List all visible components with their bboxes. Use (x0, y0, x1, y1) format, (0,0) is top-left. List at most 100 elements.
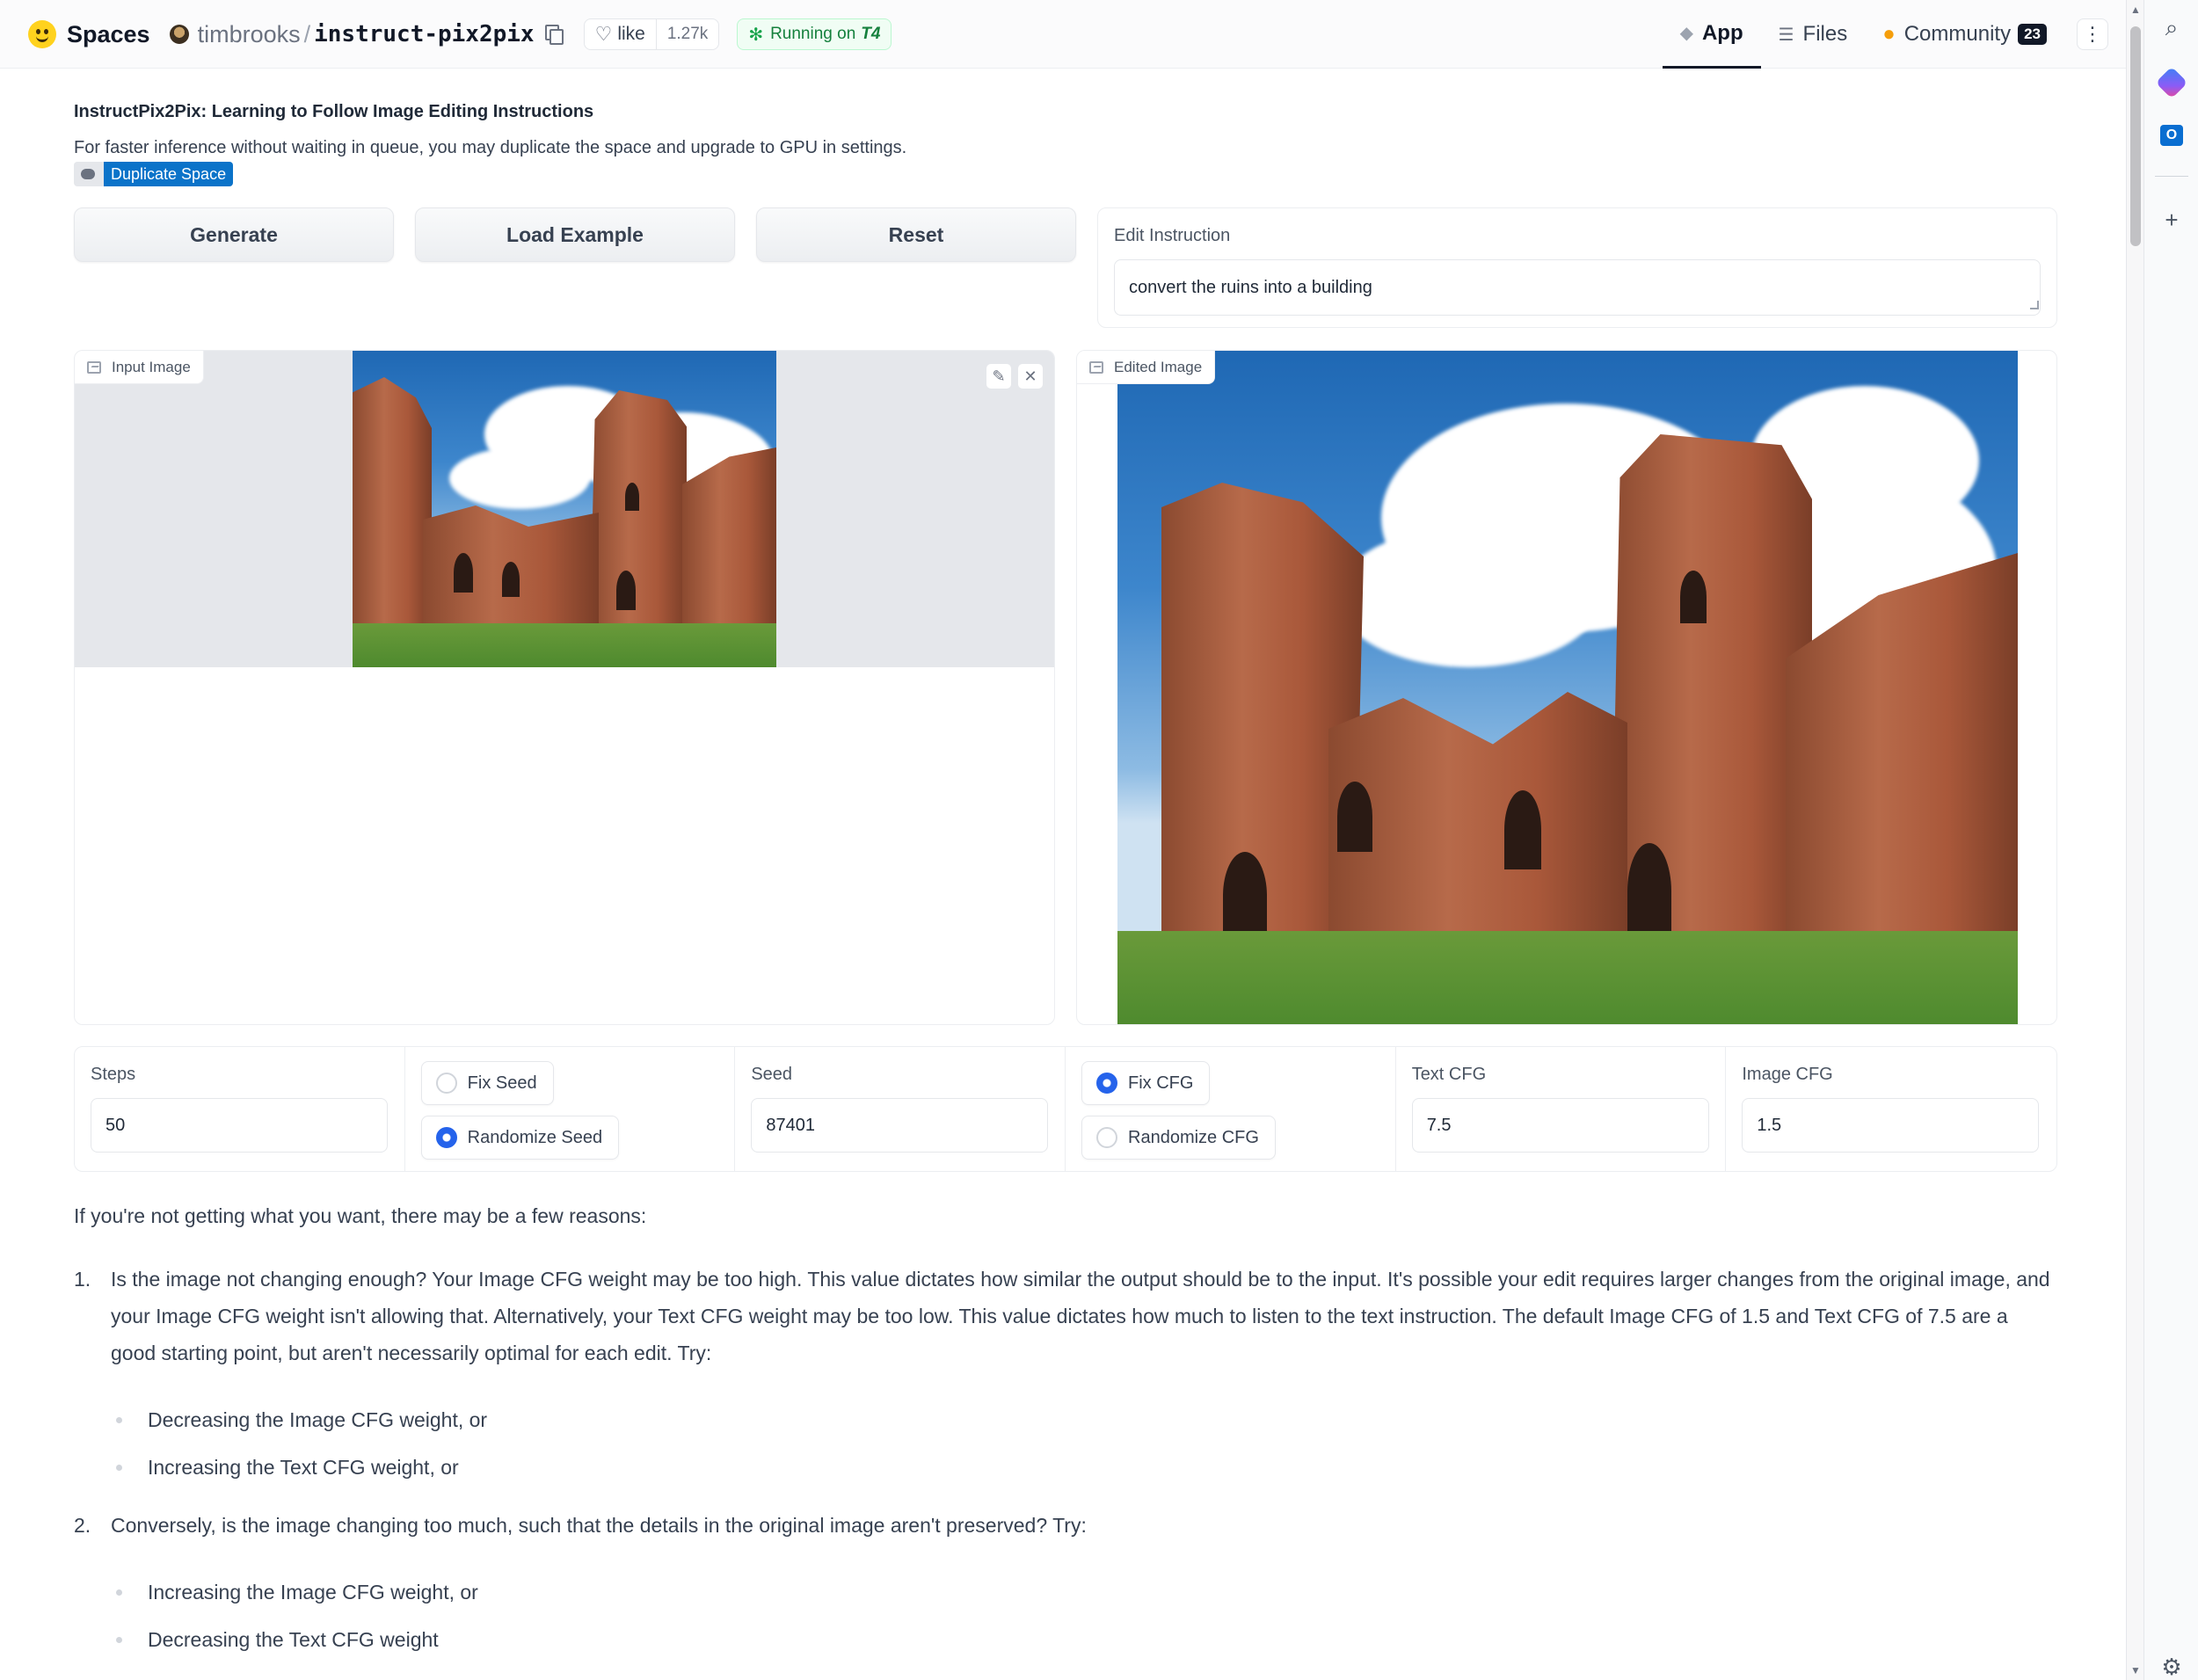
image-icon (1089, 360, 1103, 374)
outlook-icon[interactable]: O (2158, 121, 2186, 149)
spaces-link[interactable]: Spaces (67, 21, 150, 48)
scroll-up-icon[interactable]: ▲ (2130, 4, 2141, 16)
radio-on-icon (1096, 1073, 1118, 1094)
seed-label: Seed (751, 1065, 793, 1084)
fix-cfg-radio[interactable]: Fix CFG (1081, 1061, 1211, 1105)
fix-cfg-label: Fix CFG (1128, 1073, 1194, 1093)
randomize-seed-label: Randomize Seed (467, 1127, 603, 1147)
org-avatar (169, 25, 189, 44)
duplicate-space-label: Duplicate Space (104, 162, 234, 186)
resize-handle-icon[interactable] (2030, 301, 2039, 309)
generate-button[interactable]: Generate (74, 207, 394, 262)
guide-item: 1. Is the image not changing enough? You… (74, 1261, 2057, 1371)
tab-files-label: Files (1802, 22, 1848, 46)
page-title: InstructPix2Pix: Learning to Follow Imag… (74, 102, 594, 121)
guide-subitem: Increasing the Image CFG weight, or (74, 1568, 2057, 1616)
files-icon: ☰ (1778, 25, 1794, 45)
randomize-seed-radio[interactable]: Randomize Seed (420, 1116, 620, 1160)
randomize-cfg-radio[interactable]: Randomize CFG (1081, 1116, 1276, 1160)
fix-seed-label: Fix Seed (467, 1073, 537, 1093)
breadcrumb-separator: / (303, 20, 311, 47)
community-count-badge: 23 (2018, 24, 2047, 45)
seed-input[interactable]: 87401 (751, 1098, 1049, 1153)
space-header: Spaces timbrooks / instruct-pix2pix ♡ lik… (0, 0, 2126, 69)
input-image-label-text: Input Image (112, 358, 191, 375)
settings-gear-icon[interactable]: ⚙ (2158, 1653, 2186, 1680)
guide-intro: If you're not getting what you want, the… (74, 1204, 647, 1227)
scrollbar-thumb[interactable] (2130, 26, 2141, 246)
guide-subitem: Increasing the Text CFG weight, or (74, 1444, 2057, 1491)
add-icon[interactable]: + (2158, 206, 2186, 234)
sidebar-divider (2155, 176, 2188, 177)
input-image-area[interactable] (75, 351, 1054, 667)
tab-files[interactable]: ☰ Files (1761, 0, 1866, 69)
like-widget: ♡ like 1.27k (583, 18, 720, 50)
input-image-label: Input Image (75, 351, 204, 384)
radio-off-icon (435, 1073, 457, 1094)
image-cfg-label: Image CFG (1742, 1065, 1833, 1084)
like-count[interactable]: 1.27k (657, 25, 718, 44)
guide-item-number: 2. (74, 1514, 91, 1537)
repo-name-link[interactable]: instruct-pix2pix (314, 21, 534, 47)
steps-setting: Steps 50 (75, 1047, 405, 1171)
seed-mode-setting: Fix Seed Randomize Seed (405, 1047, 736, 1171)
guide-item-text: Is the image not changing enough? Your I… (111, 1268, 2050, 1364)
troubleshooting-guide: If you're not getting what you want, the… (74, 1197, 2057, 1663)
hardware-label: T4 (861, 25, 881, 43)
radio-off-icon (1096, 1127, 1118, 1148)
edit-instruction-label: Edit Instruction (1114, 226, 1231, 245)
guide-item: 2. Conversely, is the image changing too… (74, 1507, 2057, 1544)
running-status-badge[interactable]: ✻ Running on T4 (737, 18, 892, 50)
edited-image-label-text: Edited Image (1114, 358, 1203, 375)
heart-icon: ♡ (594, 23, 613, 45)
page-description: For faster inference without waiting in … (74, 138, 907, 157)
steps-label: Steps (91, 1065, 136, 1084)
radio-on-icon (435, 1127, 457, 1148)
edit-pencil-icon[interactable]: ✎ (986, 363, 1012, 389)
edited-image (1117, 351, 2018, 1024)
toggle-icon (74, 162, 104, 186)
guide-subitem: Decreasing the Image CFG weight, or (74, 1396, 2057, 1444)
browser-sidebar: ⌕ O + ⚙ (2143, 0, 2198, 1680)
seed-setting: Seed 87401 (735, 1047, 1066, 1171)
text-cfg-input[interactable]: 7.5 (1411, 1098, 1709, 1153)
image-cfg-setting: Image CFG 1.5 (1726, 1047, 2056, 1171)
cube-icon: ◆ (1679, 24, 1693, 43)
tab-app[interactable]: ◆ App (1662, 0, 1761, 69)
cfg-mode-setting: Fix CFG Randomize CFG (1066, 1047, 1396, 1171)
fan-icon: ✻ (748, 25, 764, 45)
guide-subitem: Decreasing the Text CFG weight (74, 1616, 2057, 1663)
guide-item-text: Conversely, is the image changing too mu… (111, 1514, 1087, 1537)
fix-seed-radio[interactable]: Fix Seed (420, 1061, 554, 1105)
community-icon: ● (1882, 22, 1896, 46)
edit-instruction-input[interactable]: convert the ruins into a building (1114, 259, 2041, 316)
randomize-cfg-label: Randomize CFG (1128, 1127, 1259, 1147)
steps-input[interactable]: 50 (91, 1098, 388, 1153)
running-label: Running on (770, 25, 856, 43)
search-icon[interactable]: ⌕ (2158, 14, 2186, 42)
generation-settings: Steps 50 Fix Seed Randomize Seed Seed 87… (74, 1046, 2057, 1172)
edited-image-panel: Edited Image (1076, 350, 2057, 1025)
like-button[interactable]: ♡ like (585, 19, 657, 49)
guide-item-number: 1. (74, 1268, 91, 1291)
copy-icon[interactable] (544, 25, 564, 45)
text-cfg-setting: Text CFG 7.5 (1396, 1047, 1727, 1171)
scroll-down-icon[interactable]: ▼ (2130, 1664, 2141, 1676)
load-example-button[interactable]: Load Example (415, 207, 735, 262)
like-label: like (617, 24, 645, 44)
page-scrollbar[interactable]: ▲ ▼ (2126, 0, 2143, 1680)
tab-app-label: App (1701, 20, 1743, 45)
huggingface-logo-icon[interactable] (28, 20, 56, 48)
more-options-icon[interactable]: ⋮ (2077, 18, 2108, 50)
input-image (353, 351, 776, 667)
tab-community-label: Community (1903, 22, 2012, 46)
copilot-icon[interactable] (2155, 66, 2188, 99)
org-link[interactable]: timbrooks (198, 21, 301, 48)
tab-community[interactable]: ● Community 23 (1865, 0, 2064, 69)
close-icon[interactable]: ✕ (1017, 363, 1044, 389)
duplicate-space-button[interactable]: Duplicate Space (74, 162, 234, 186)
input-image-panel[interactable]: Input Image ✎ ✕ (74, 350, 1055, 1025)
image-cfg-input[interactable]: 1.5 (1742, 1098, 2040, 1153)
reset-button[interactable]: Reset (756, 207, 1076, 262)
image-icon (87, 360, 101, 374)
